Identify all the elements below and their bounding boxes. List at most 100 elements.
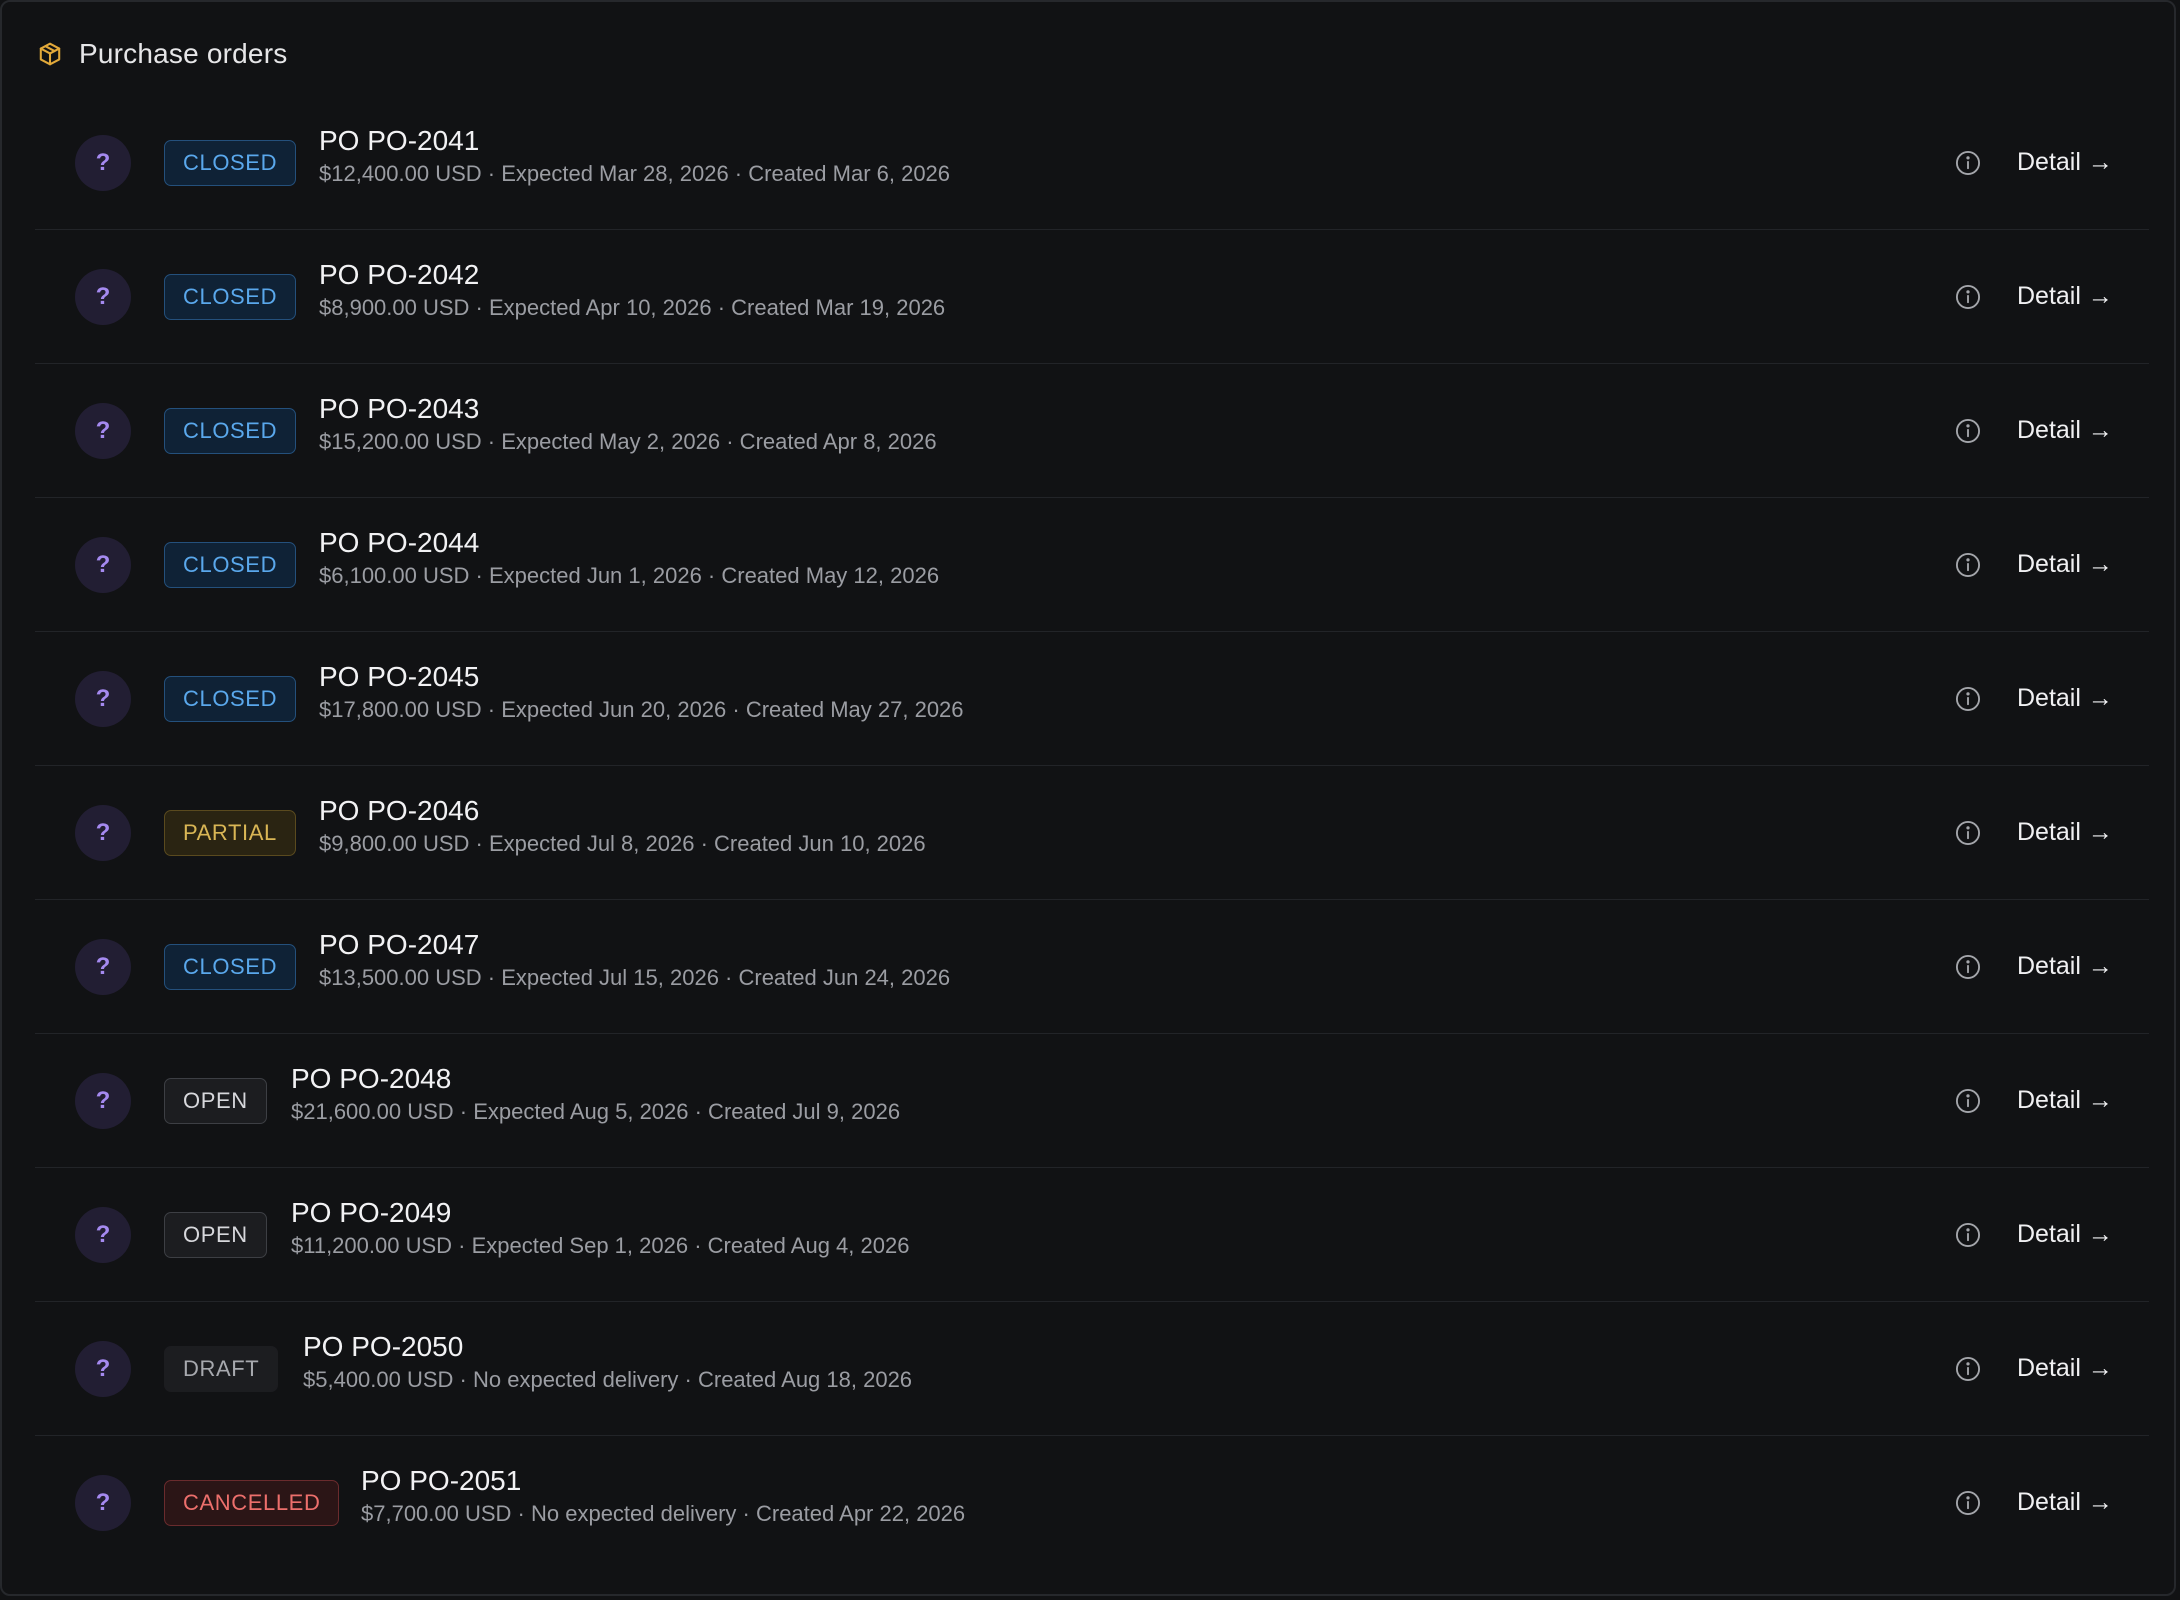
table-row[interactable]: ? CLOSED PO PO-2043 $15,200.00 USD · Exp… (35, 364, 2149, 498)
detail-link[interactable]: Detail → (2017, 1350, 2113, 1386)
order-meta: $9,800.00 USD · Expected Jul 8, 2026 · C… (319, 831, 926, 856)
info-icon[interactable] (1953, 952, 1983, 982)
order-meta: $8,900.00 USD · Expected Apr 10, 2026 · … (319, 295, 946, 320)
package-icon (35, 39, 65, 69)
order-text: PO PO-2051 $7,700.00 USD · No expected d… (361, 1463, 965, 1529)
detail-link[interactable]: Detail → (2017, 680, 2113, 716)
avatar-glyph: ? (95, 1087, 111, 1114)
status-badge: CLOSED (164, 408, 297, 454)
table-row[interactable]: ? CLOSED PO PO-2042 $8,900.00 USD · Expe… (35, 230, 2149, 364)
order-meta: $11,200.00 USD · Expected Sep 1, 2026 · … (291, 1233, 910, 1258)
table-row[interactable]: ? OPEN PO PO-2049 $11,200.00 USD · Expec… (35, 1168, 2149, 1302)
purchase-orders-panel: Purchase orders ? CLOSED PO PO-2041 $12,… (0, 0, 2176, 1596)
avatar: ? (75, 135, 131, 191)
order-text: PO PO-2050 $5,400.00 USD · No expected d… (303, 1329, 912, 1395)
avatar-glyph: ? (95, 417, 111, 444)
info-icon[interactable] (1953, 148, 1983, 178)
order-title: PO PO-2045 (319, 661, 480, 692)
order-title: PO PO-2048 (291, 1063, 452, 1094)
status-badge: CLOSED (164, 542, 297, 588)
order-text: PO PO-2044 $6,100.00 USD · Expected Jun … (319, 525, 939, 591)
status-badge: OPEN (164, 1078, 267, 1124)
order-meta: $7,700.00 USD · No expected delivery · C… (361, 1501, 966, 1526)
avatar-glyph: ? (95, 149, 111, 176)
avatar-glyph: ? (95, 1221, 111, 1248)
info-icon[interactable] (1953, 684, 1983, 714)
order-title: PO PO-2041 (319, 125, 480, 156)
info-icon[interactable] (1953, 282, 1983, 312)
avatar-glyph: ? (95, 685, 111, 712)
panel-header: Purchase orders (35, 32, 287, 76)
order-title: PO PO-2051 (361, 1465, 522, 1496)
avatar: ? (75, 269, 131, 325)
status-badge: CLOSED (164, 140, 297, 186)
table-row[interactable]: ? PARTIAL PO PO-2046 $9,800.00 USD · Exp… (35, 766, 2149, 900)
detail-link[interactable]: Detail → (2017, 948, 2113, 984)
table-row[interactable]: ? CLOSED PO PO-2044 $6,100.00 USD · Expe… (35, 498, 2149, 632)
table-row[interactable]: ? CANCELLED PO PO-2051 $7,700.00 USD · N… (35, 1436, 2149, 1570)
avatar-glyph: ? (95, 819, 111, 846)
detail-link[interactable]: Detail → (2017, 814, 2113, 850)
avatar-glyph: ? (95, 551, 111, 578)
avatar: ? (75, 537, 131, 593)
table-row[interactable]: ? CLOSED PO PO-2041 $12,400.00 USD · Exp… (35, 96, 2149, 230)
info-icon[interactable] (1953, 550, 1983, 580)
info-icon[interactable] (1953, 818, 1983, 848)
order-title: PO PO-2044 (319, 527, 480, 558)
detail-link[interactable]: Detail → (2017, 1484, 2113, 1520)
info-icon[interactable] (1953, 1220, 1983, 1250)
status-badge: PARTIAL (164, 810, 296, 856)
info-icon[interactable] (1953, 1354, 1983, 1384)
page-title: Purchase orders (79, 38, 288, 69)
detail-link[interactable]: Detail → (2017, 1216, 2113, 1252)
avatar: ? (75, 403, 131, 459)
order-title: PO PO-2050 (303, 1331, 464, 1362)
avatar: ? (75, 1475, 131, 1531)
order-meta: $15,200.00 USD · Expected May 2, 2026 · … (319, 429, 937, 454)
order-text: PO PO-2046 $9,800.00 USD · Expected Jul … (319, 793, 926, 859)
info-icon[interactable] (1953, 1488, 1983, 1518)
avatar: ? (75, 1341, 131, 1397)
info-icon[interactable] (1953, 416, 1983, 446)
detail-link[interactable]: Detail → (2017, 546, 2113, 582)
order-text: PO PO-2043 $15,200.00 USD · Expected May… (319, 391, 937, 457)
status-badge: CLOSED (164, 274, 297, 320)
status-badge: OPEN (164, 1212, 267, 1258)
avatar-glyph: ? (95, 953, 111, 980)
order-title: PO PO-2047 (319, 929, 480, 960)
order-meta: $17,800.00 USD · Expected Jun 20, 2026 ·… (319, 697, 964, 722)
order-title: PO PO-2042 (319, 259, 480, 290)
order-text: PO PO-2047 $13,500.00 USD · Expected Jul… (319, 927, 950, 993)
order-meta: $21,600.00 USD · Expected Aug 5, 2026 · … (291, 1099, 901, 1124)
order-text: PO PO-2049 $11,200.00 USD · Expected Sep… (291, 1195, 909, 1261)
order-title: PO PO-2043 (319, 393, 480, 424)
order-meta: $5,400.00 USD · No expected delivery · C… (303, 1367, 913, 1392)
order-meta: $12,400.00 USD · Expected Mar 28, 2026 ·… (319, 161, 951, 186)
order-title: PO PO-2046 (319, 795, 480, 826)
detail-link[interactable]: Detail → (2017, 278, 2113, 314)
info-icon[interactable] (1953, 1086, 1983, 1116)
table-row[interactable]: ? CLOSED PO PO-2045 $17,800.00 USD · Exp… (35, 632, 2149, 766)
order-text: PO PO-2042 $8,900.00 USD · Expected Apr … (319, 257, 945, 323)
purchase-order-list: ? CLOSED PO PO-2041 $12,400.00 USD · Exp… (35, 96, 2149, 1570)
avatar: ? (75, 1207, 131, 1263)
status-badge: DRAFT (164, 1346, 279, 1392)
table-row[interactable]: ? DRAFT PO PO-2050 $5,400.00 USD · No ex… (35, 1302, 2149, 1436)
table-row[interactable]: ? OPEN PO PO-2048 $21,600.00 USD · Expec… (35, 1034, 2149, 1168)
avatar: ? (75, 805, 131, 861)
detail-link[interactable]: Detail → (2017, 144, 2113, 180)
avatar: ? (75, 939, 131, 995)
avatar-glyph: ? (95, 1355, 111, 1382)
order-meta: $6,100.00 USD · Expected Jun 1, 2026 · C… (319, 563, 940, 588)
avatar-glyph: ? (95, 1489, 111, 1516)
order-text: PO PO-2048 $21,600.00 USD · Expected Aug… (291, 1061, 900, 1127)
table-row[interactable]: ? CLOSED PO PO-2047 $13,500.00 USD · Exp… (35, 900, 2149, 1034)
avatar-glyph: ? (95, 283, 111, 310)
detail-link[interactable]: Detail → (2017, 412, 2113, 448)
order-title: PO PO-2049 (291, 1197, 452, 1228)
status-badge: CANCELLED (164, 1480, 340, 1526)
order-text: PO PO-2041 $12,400.00 USD · Expected Mar… (319, 123, 950, 189)
detail-link[interactable]: Detail → (2017, 1082, 2113, 1118)
avatar: ? (75, 671, 131, 727)
avatar: ? (75, 1073, 131, 1129)
